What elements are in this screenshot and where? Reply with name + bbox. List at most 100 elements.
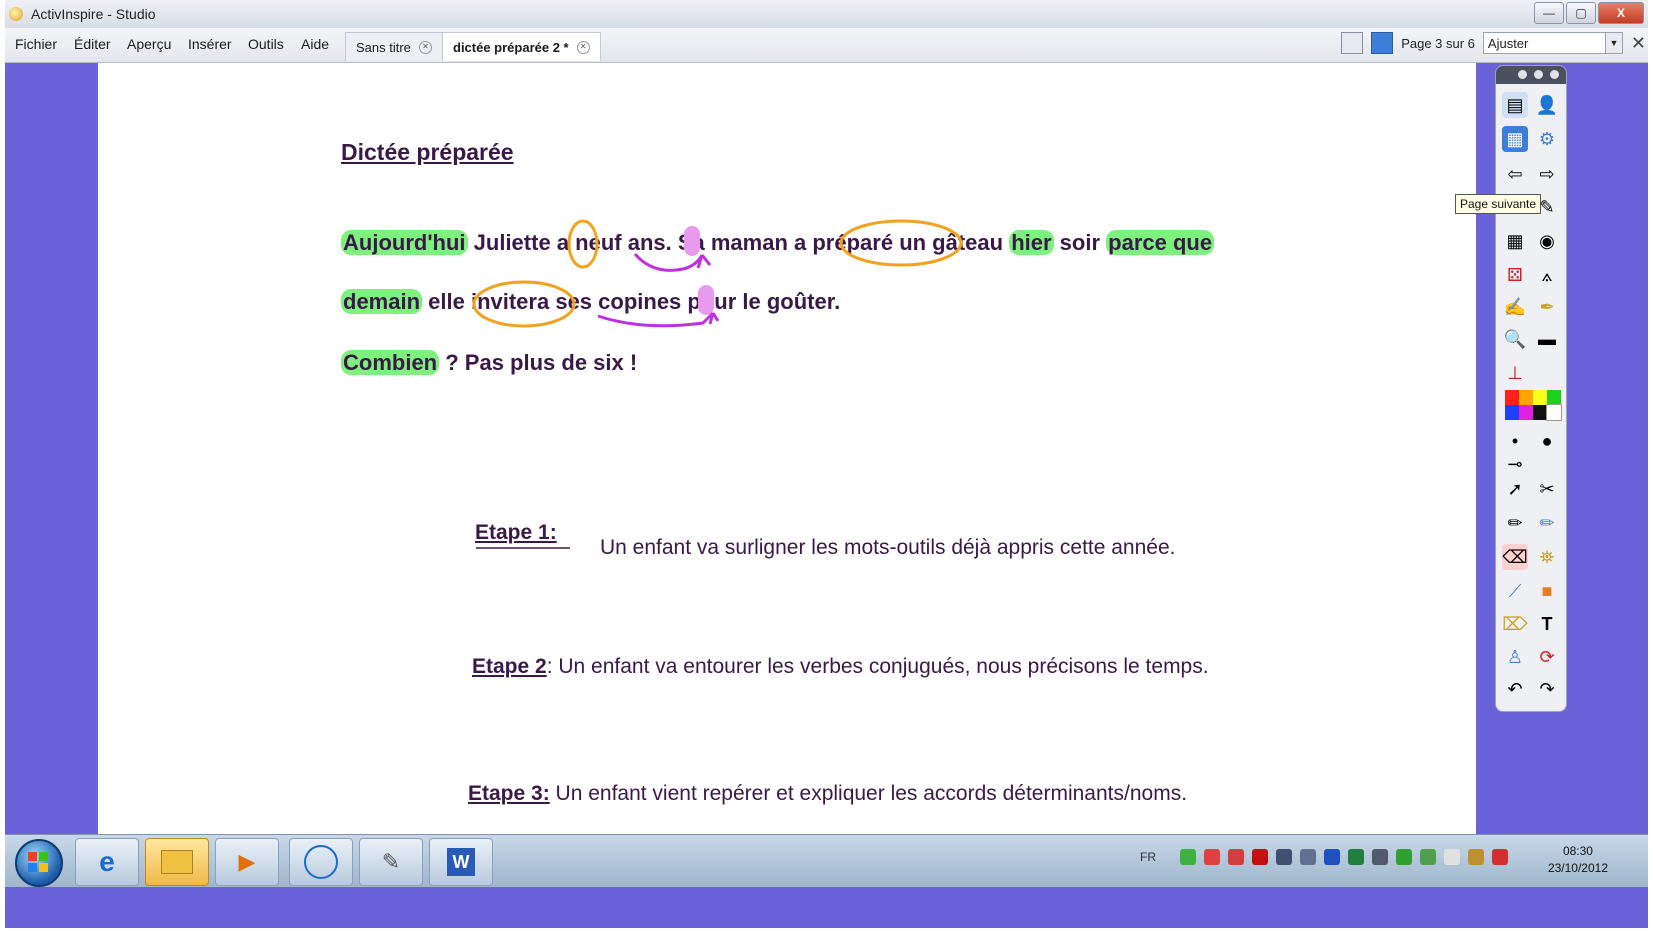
dell-icon[interactable] (289, 838, 353, 886)
title-bar: ActivInspire - Studio — ▢ X (5, 0, 1648, 28)
close-tab-icon[interactable]: ✕ (418, 40, 432, 54)
tray-monitor-icon[interactable] (1276, 849, 1292, 865)
page-browser-icon[interactable] (1341, 32, 1364, 54)
color-swatch[interactable] (1519, 405, 1533, 420)
step-3: Etape 3: Un enfant vient repérer et expl… (468, 782, 1187, 806)
start-button[interactable] (15, 839, 63, 887)
activinspire-icon[interactable]: ✎ (359, 838, 423, 886)
tray-network-icon[interactable] (1348, 849, 1364, 865)
tray-volume-icon[interactable] (1468, 849, 1484, 865)
reset-page-icon[interactable]: ♙ (1502, 644, 1528, 670)
toolbox-header[interactable] (1496, 66, 1566, 84)
clock-date: 23/10/2012 (1547, 861, 1608, 875)
tray-battery-icon[interactable] (1444, 849, 1460, 865)
step-label: Etape 1: (475, 521, 557, 544)
compass-icon[interactable]: ⟑ (1534, 262, 1560, 288)
tooltip-next-page: Page suivante (1455, 194, 1542, 214)
menu-editer[interactable]: Éditer (74, 36, 111, 52)
magic-ink-icon[interactable]: ✍ (1502, 294, 1528, 320)
magnifier-icon[interactable]: 🔍 (1502, 326, 1528, 352)
ie-icon[interactable]: e (75, 838, 139, 886)
circle-mark-a (567, 219, 599, 269)
color-palette (1505, 390, 1562, 421)
pen-tool-icon[interactable]: ✏ (1502, 510, 1528, 536)
menu-aide[interactable]: Aide (301, 36, 329, 52)
stamp-icon[interactable]: ⊥ (1502, 360, 1528, 386)
menu-outils[interactable]: Outils (248, 36, 284, 52)
color-swatch[interactable] (1547, 390, 1561, 405)
accord-mark-s-ans (684, 226, 700, 256)
circle-mark-invitera (472, 280, 576, 328)
ruler-icon[interactable]: ▬ (1534, 326, 1560, 352)
color-swatch[interactable] (1546, 404, 1562, 421)
tools-icon[interactable]: ✂ (1534, 476, 1560, 502)
annotation-layer (472, 219, 963, 549)
clear-icon[interactable]: ⌦ (1502, 611, 1528, 637)
color-swatch[interactable] (1533, 390, 1547, 405)
maximize-button[interactable]: ▢ (1566, 2, 1596, 24)
shape-icon[interactable]: ■ (1534, 578, 1560, 604)
undo-icon[interactable]: ↶ (1502, 676, 1528, 702)
color-swatch[interactable] (1519, 390, 1533, 405)
page-tools: Page 3 sur 6 Ajuster ▼ ✕ (1341, 32, 1646, 54)
tray-wifi-icon[interactable] (1420, 849, 1436, 865)
handwriting-icon[interactable]: ✒ (1534, 294, 1560, 320)
tray-display-icon[interactable] (1300, 849, 1316, 865)
tray-shield-icon[interactable] (1228, 849, 1244, 865)
menu-apercu[interactable]: Aperçu (127, 36, 171, 52)
taskbar-clock[interactable]: 08:30 23/10/2012 (1548, 843, 1608, 877)
tray-bluetooth-icon[interactable] (1324, 849, 1340, 865)
step-label: Etape 3: (468, 782, 550, 805)
color-swatch[interactable] (1505, 390, 1519, 405)
tab-label: Sans titre (356, 39, 411, 55)
tray-disk-icon[interactable] (1372, 849, 1388, 865)
resource-browser-icon[interactable]: ▦ (1502, 126, 1528, 152)
highlighter-icon[interactable]: ✏ (1534, 510, 1560, 536)
select-icon[interactable]: ➚ (1502, 476, 1528, 502)
tab-sans-titre[interactable]: Sans titre ✕ (345, 32, 443, 61)
media-player-icon[interactable]: ▶ (215, 838, 279, 886)
tray-check-icon[interactable] (1180, 849, 1196, 865)
window-controls: — ▢ X (1534, 2, 1644, 24)
spotlight-icon[interactable]: ◉ (1534, 228, 1560, 254)
dice-icon[interactable]: ⚄ (1502, 262, 1528, 288)
app-window: ActivInspire - Studio — ▢ X Fichier Édit… (5, 0, 1648, 928)
zoom-select[interactable]: Ajuster ▼ (1482, 32, 1623, 54)
word-icon[interactable]: W (429, 838, 493, 886)
pen-width-large-icon[interactable]: ● (1534, 428, 1560, 454)
fill-icon[interactable]: ⛯ (1534, 544, 1560, 570)
page-sorter-icon[interactable] (1371, 32, 1394, 54)
explorer-icon[interactable] (145, 838, 209, 886)
previous-page-icon[interactable]: ⇦ (1502, 161, 1528, 187)
eraser-icon[interactable]: ⌫ (1502, 544, 1528, 570)
menu-bar: Fichier Éditer Aperçu Insérer Outils Aid… (5, 28, 1648, 63)
next-page-icon[interactable]: ⇨ (1534, 161, 1560, 187)
main-menu-icon[interactable]: ▤ (1502, 92, 1528, 118)
tray-alert-icon[interactable] (1492, 849, 1508, 865)
language-indicator[interactable]: FR (1140, 850, 1156, 864)
color-swatch[interactable] (1533, 405, 1547, 420)
property-browser-icon[interactable]: ⚙ (1534, 126, 1560, 152)
profile-icon[interactable]: 👤 (1534, 92, 1560, 118)
width-slider[interactable]: ⊸ (1502, 451, 1528, 477)
flipchart-page[interactable]: Dictée préparée Aujourd'hui Juliette a n… (98, 63, 1476, 835)
text-tool-icon[interactable]: T (1534, 611, 1560, 637)
tray-update-icon[interactable] (1396, 849, 1412, 865)
tray-x-icon[interactable] (1204, 849, 1220, 865)
close-tab-icon[interactable]: ✕ (576, 40, 590, 54)
tab-dictee-preparee[interactable]: dictée préparée 2 * ✕ (442, 32, 601, 61)
connector-icon[interactable]: ⟋ (1502, 578, 1528, 604)
minimize-button[interactable]: — (1534, 2, 1564, 24)
tray-app-icon[interactable] (1252, 849, 1268, 865)
redo-icon[interactable]: ↷ (1534, 676, 1560, 702)
color-swatch[interactable] (1505, 405, 1519, 420)
circle-mark-a-prepare (839, 219, 963, 267)
redo-page-icon[interactable]: ⟳ (1534, 644, 1560, 670)
calculator-icon[interactable]: ▦ (1502, 228, 1528, 254)
close-button[interactable]: X (1598, 2, 1644, 24)
fullscreen-icon[interactable]: ✕ (1631, 33, 1646, 54)
chevron-down-icon[interactable]: ▼ (1604, 33, 1622, 53)
menu-fichier[interactable]: Fichier (15, 36, 57, 52)
menu-inserer[interactable]: Insérer (188, 36, 232, 52)
main-toolbox: ▤ 👤 ▦ ⚙ ⇦ ⇨ ✎ ▦ ◉ ⚄ ⟑ ✍ ✒ 🔍 ▬ ⊥ • ● ⊸ ➚ … (1495, 65, 1567, 712)
